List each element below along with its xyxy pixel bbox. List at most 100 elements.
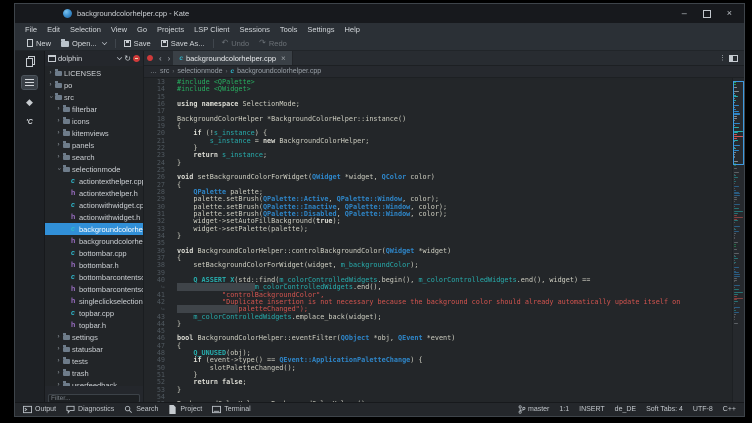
menu-item-lsp-client[interactable]: LSP Client [189,25,234,34]
redo-button[interactable]: ↷ Redo [254,39,292,48]
menu-item-edit[interactable]: Edit [42,25,65,34]
breadcrumb-collapse-button[interactable]: … [150,68,157,75]
documents-tool-button[interactable] [22,56,37,69]
kate-window: backgroundcolorhelper.cpp - Kate – × Fil… [14,3,745,417]
nav-forward-button[interactable]: › [165,54,174,63]
nav-back-button[interactable]: ‹ [156,54,165,63]
tree-item[interactable]: cbottombar.cpp [45,247,143,259]
menu-item-view[interactable]: View [106,25,132,34]
panel-button-project[interactable]: Project [168,405,202,414]
menu-item-go[interactable]: Go [132,25,152,34]
tree-item[interactable]: hbackgroundcolorhelper.h [45,235,143,247]
fold-column [170,314,177,321]
menu-item-projects[interactable]: Projects [152,25,189,34]
project-panel-header: dolphin ↻ [45,51,143,66]
tree-item[interactable]: ›LICENSES [45,67,143,79]
code-text: bool BackgroundColorHelper::eventFilter(… [177,335,455,342]
kate-app-icon [63,9,72,18]
tree-item[interactable]: ctopbar.cpp [45,307,143,319]
tree-item[interactable]: ›userfeedback [45,379,143,386]
quick-open-icon[interactable]: ⋮ [715,54,729,62]
breadcrumb-item[interactable]: src [160,68,169,75]
expand-arrow-icon: › [48,95,54,100]
title-bar[interactable]: backgroundcolorhelper.cpp - Kate – × [15,4,744,23]
cpp-file-icon: c [71,274,77,281]
undo-button[interactable]: ↶ Undo [217,39,255,48]
tab-label: backgroundcolorhelper.cpp [186,54,276,63]
project-selector-chevron-icon[interactable] [117,55,122,60]
code-line: 50 slotPaletteChanged(); [144,365,732,372]
status-input-mode[interactable]: INSERT [579,406,605,413]
tree-item[interactable]: ›statusbar [45,343,143,355]
folder-icon [63,167,70,172]
tree-item[interactable]: ›selectionmode [45,163,143,175]
tree-item[interactable]: hbottombar.h [45,259,143,271]
save-icon [124,40,131,47]
panel-button-output[interactable]: Output [23,405,56,414]
tree-item[interactable]: ›settings [45,331,143,343]
status-git-branch[interactable]: master [518,405,549,414]
tree-item[interactable]: htopbar.h [45,319,143,331]
code-view[interactable]: 13#include <QPalette>14#include <QWidget… [144,78,732,402]
tree-item[interactable]: hbottombarcontentscont... [45,283,143,295]
panel-button-diagnostics[interactable]: Diagnostics [66,405,114,414]
status-encoding[interactable]: UTF-8 [693,406,713,413]
tree-item[interactable]: cbackgroundcolorhelper.c... [45,223,143,235]
tree-item[interactable]: ›src [45,91,143,103]
minimap-viewport[interactable] [733,81,744,165]
tree-item[interactable]: ›search [45,151,143,163]
tree-item[interactable]: hactiontexthelper.h [45,187,143,199]
tree-item[interactable]: ›po [45,79,143,91]
tree-item[interactable]: cbottombarcontentscont... [45,271,143,283]
tab-close-icon[interactable]: × [281,54,286,63]
menu-item-sessions[interactable]: Sessions [234,25,274,34]
symbols-tool-button[interactable]: 'C [22,116,37,129]
project-refresh-button[interactable]: ↻ [124,55,131,63]
tree-item[interactable]: ›panels [45,139,143,151]
fold-column [170,189,177,196]
open-button[interactable]: Open... [56,39,112,48]
menu-item-help[interactable]: Help [340,25,365,34]
status-dictionary[interactable]: de_DE [615,406,636,413]
tree-item[interactable]: cactionwithwidget.cpp [45,199,143,211]
tab-backgroundcolorhelper[interactable]: c backgroundcolorhelper.cpp × [173,51,292,65]
header-file-icon: h [71,238,77,245]
project-selector[interactable]: dolphin [58,54,82,63]
new-button[interactable]: New [22,39,56,48]
status-tab-settings[interactable]: Soft Tabs: 4 [646,406,683,413]
projects-tool-button[interactable] [22,76,37,89]
tree-item[interactable]: ›trash [45,367,143,379]
tree-item[interactable]: cactiontexthelper.cpp [45,175,143,187]
minimize-button[interactable]: – [682,9,687,18]
maximize-button[interactable] [703,10,711,18]
breadcrumb-item[interactable]: selectionmode [177,68,222,75]
main-area: ◆ 'C dolphin ↻ ›LICENSES›po›src›filterba… [15,51,744,402]
menu-item-file[interactable]: File [20,25,42,34]
save-button[interactable]: Save [119,39,156,48]
tree-item[interactable]: ›kitemviews [45,127,143,139]
tree-item[interactable]: hactionwithwidget.h [45,211,143,223]
tree-item[interactable]: ›filterbar [45,103,143,115]
diagnostics-badge [147,55,153,61]
git-tool-button[interactable]: ◆ [22,96,37,109]
split-view-icon[interactable] [729,55,738,62]
menu-item-selection[interactable]: Selection [65,25,106,34]
tree-item[interactable]: ›icons [45,115,143,127]
code-text: } [177,160,181,167]
status-syntax-mode[interactable]: C++ [723,406,736,413]
stop-icon[interactable] [133,55,140,62]
git-branch-icon [518,405,526,414]
tree-item[interactable]: hsingleclickselectionproxy... [45,295,143,307]
save-as-button[interactable]: Save As... [156,39,210,48]
fold-column [170,284,177,291]
status-cursor-position[interactable]: 1:1 [559,406,569,413]
close-button[interactable]: × [727,9,732,18]
panel-button-search[interactable]: Search [124,405,158,414]
menu-item-tools[interactable]: Tools [275,25,303,34]
breadcrumb-item[interactable]: backgroundcolorhelper.cpp [237,68,321,75]
tree-item[interactable]: ›tests [45,355,143,367]
minimap-scrollbar[interactable] [732,78,744,402]
menu-item-settings[interactable]: Settings [302,25,339,34]
panel-button-terminal[interactable]: Terminal [212,405,250,414]
folder-icon [63,131,70,136]
